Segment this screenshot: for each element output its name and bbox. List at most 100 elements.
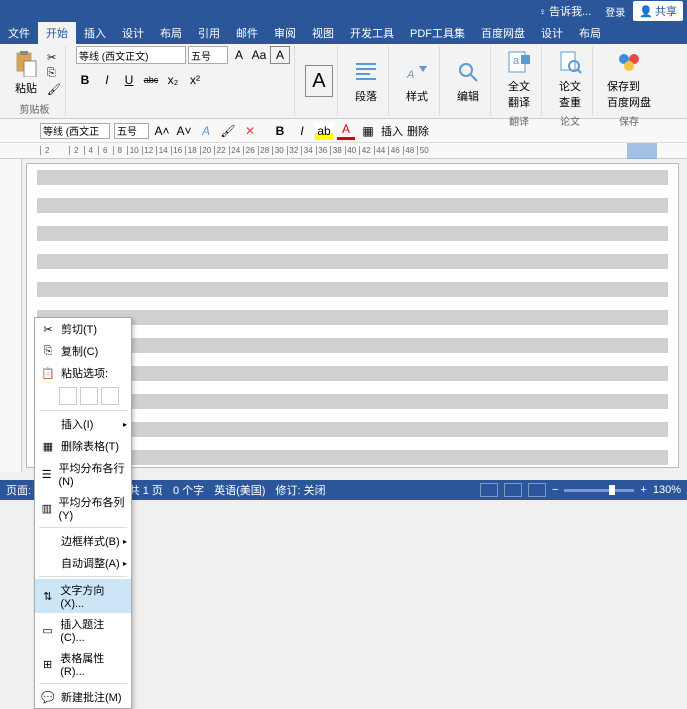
- editing-button[interactable]: 编辑: [450, 56, 486, 106]
- tell-me[interactable]: ♀ 告诉我...: [533, 1, 597, 21]
- font-size-select[interactable]: [188, 46, 228, 64]
- zoom-in[interactable]: +: [640, 484, 646, 496]
- mini-highlight-icon[interactable]: ab: [315, 122, 333, 140]
- zoom-out[interactable]: −: [552, 484, 558, 496]
- ctx-copy[interactable]: ⎘复制(C): [35, 340, 131, 362]
- ctx-new-comment[interactable]: 💬新建批注(M): [35, 686, 131, 708]
- ctx-paste-options-label: 📋粘贴选项:: [35, 362, 131, 384]
- tab-布局[interactable]: 布局: [152, 22, 190, 44]
- tab-百度网盘[interactable]: 百度网盘: [473, 22, 533, 44]
- mini-bold[interactable]: B: [271, 122, 289, 140]
- copy-icon: ⎘: [41, 344, 55, 358]
- ctx-cut[interactable]: ✂剪切(T): [35, 318, 131, 340]
- ctx-insert-caption[interactable]: ▭插入题注(C)...: [35, 613, 131, 647]
- format-painter-icon[interactable]: 🖌: [47, 83, 61, 96]
- ribbon-tabs: 文件开始插入设计布局引用邮件审阅视图开发工具PDF工具集百度网盘设计布局: [0, 22, 687, 44]
- paste-merge[interactable]: [80, 387, 98, 405]
- mini-clear-icon[interactable]: ✕: [241, 122, 259, 140]
- view-print-layout[interactable]: [504, 483, 522, 497]
- ctx-delete-table[interactable]: ▦删除表格(T): [35, 435, 131, 457]
- sb-language[interactable]: 英语(美国): [214, 482, 265, 498]
- tab-文件[interactable]: 文件: [0, 22, 38, 44]
- bold-button[interactable]: B: [76, 71, 94, 89]
- table-row[interactable]: [37, 254, 668, 269]
- ctx-distribute-rows[interactable]: ☰平均分布各行(N): [35, 457, 131, 491]
- ctx-border-styles[interactable]: 边框样式(B)▸: [35, 530, 131, 552]
- dist-rows-icon: ☰: [41, 467, 52, 481]
- tab-审阅[interactable]: 审阅: [266, 22, 304, 44]
- italic-button[interactable]: I: [98, 71, 116, 89]
- superscript-button[interactable]: x²: [186, 71, 204, 89]
- tab-设计[interactable]: 设计: [533, 22, 571, 44]
- text-effects-icon[interactable]: A: [305, 65, 333, 97]
- mini-fontcolor-icon[interactable]: A: [337, 122, 355, 140]
- underline-button[interactable]: U: [120, 71, 138, 89]
- styles-button[interactable]: A样式: [399, 56, 435, 106]
- tab-邮件[interactable]: 邮件: [228, 22, 266, 44]
- vertical-ruler[interactable]: [0, 159, 22, 472]
- view-read-mode[interactable]: [480, 483, 498, 497]
- paste-text-only[interactable]: [101, 387, 119, 405]
- save-baidu-button[interactable]: 保存到百度网盘: [603, 46, 655, 112]
- mini-grow-icon[interactable]: A˄: [153, 122, 171, 140]
- mini-font-select[interactable]: [40, 123, 110, 139]
- paste-keep-source[interactable]: [59, 387, 77, 405]
- dist-cols-icon: ▥: [41, 501, 53, 515]
- copy-icon[interactable]: ⎘: [47, 67, 61, 80]
- mini-italic[interactable]: I: [293, 122, 311, 140]
- tab-开发工具[interactable]: 开发工具: [342, 22, 402, 44]
- tab-视图[interactable]: 视图: [304, 22, 342, 44]
- mini-insert[interactable]: 插入: [381, 123, 403, 139]
- caption-icon: ▭: [41, 623, 54, 637]
- table-row[interactable]: [37, 226, 668, 241]
- paste-icon: 📋: [41, 366, 55, 380]
- subscript-button[interactable]: x₂: [164, 71, 182, 89]
- zoom-slider[interactable]: [564, 489, 634, 492]
- mini-painter-icon[interactable]: 🖌: [219, 122, 237, 140]
- mini-delete[interactable]: 删除: [407, 123, 429, 139]
- tab-插入[interactable]: 插入: [76, 22, 114, 44]
- ctx-insert[interactable]: 插入(I)▸: [35, 413, 131, 435]
- sb-track-changes[interactable]: 修订: 关闭: [275, 482, 325, 498]
- comment-icon: 💬: [41, 690, 55, 704]
- table-row[interactable]: [37, 170, 668, 185]
- horizontal-ruler[interactable]: 2246810121416182022242628303234363840424…: [0, 143, 687, 159]
- table-row[interactable]: [37, 198, 668, 213]
- cut-icon[interactable]: ✂: [47, 51, 61, 64]
- find-icon: [454, 58, 482, 86]
- sb-words[interactable]: 0 个字: [173, 482, 204, 498]
- thesis-check-button[interactable]: 论文查重: [552, 46, 588, 112]
- ctx-text-direction[interactable]: ⇅文字方向(X)...: [35, 579, 131, 613]
- paragraph-button[interactable]: 段落: [348, 56, 384, 106]
- thesis-icon: [556, 48, 584, 76]
- mini-styles-icon[interactable]: A: [197, 122, 215, 140]
- strike-button[interactable]: abc: [142, 71, 160, 89]
- zoom-level[interactable]: 130%: [653, 484, 681, 496]
- translate-button[interactable]: a全文翻译: [501, 46, 537, 112]
- mini-shrink-icon[interactable]: A˅: [175, 122, 193, 140]
- mini-size-select[interactable]: [114, 123, 149, 139]
- table-row[interactable]: [37, 282, 668, 297]
- login-button[interactable]: 登录: [599, 2, 631, 21]
- baidu-group: 保存到百度网盘 保存: [599, 46, 659, 116]
- share-button[interactable]: 👤共享: [633, 1, 683, 21]
- ctx-table-properties[interactable]: ⊞表格属性(R)...: [35, 647, 131, 681]
- change-case-icon[interactable]: Aa: [250, 46, 268, 64]
- ctx-autofit[interactable]: 自动调整(A)▸: [35, 552, 131, 574]
- tab-设计[interactable]: 设计: [114, 22, 152, 44]
- tab-PDF工具集[interactable]: PDF工具集: [402, 22, 473, 44]
- ctx-distribute-cols[interactable]: ▥平均分布各列(Y): [35, 491, 131, 525]
- grow-font-icon[interactable]: A: [230, 46, 248, 64]
- tab-开始[interactable]: 开始: [38, 22, 76, 44]
- font-name-select[interactable]: [76, 46, 186, 64]
- char-border-icon[interactable]: A: [270, 46, 290, 64]
- tab-引用[interactable]: 引用: [190, 22, 228, 44]
- view-web-layout[interactable]: [528, 483, 546, 497]
- paste-button[interactable]: 粘贴: [8, 48, 44, 98]
- mini-border-icon[interactable]: ▦: [359, 122, 377, 140]
- paragraph-icon: [352, 58, 380, 86]
- font-group: A Aa A B I U abc x₂ x²: [72, 46, 295, 116]
- thesis-group: 论文查重 论文: [548, 46, 593, 116]
- ruler-selection: [627, 143, 657, 159]
- tab-布局[interactable]: 布局: [571, 22, 609, 44]
